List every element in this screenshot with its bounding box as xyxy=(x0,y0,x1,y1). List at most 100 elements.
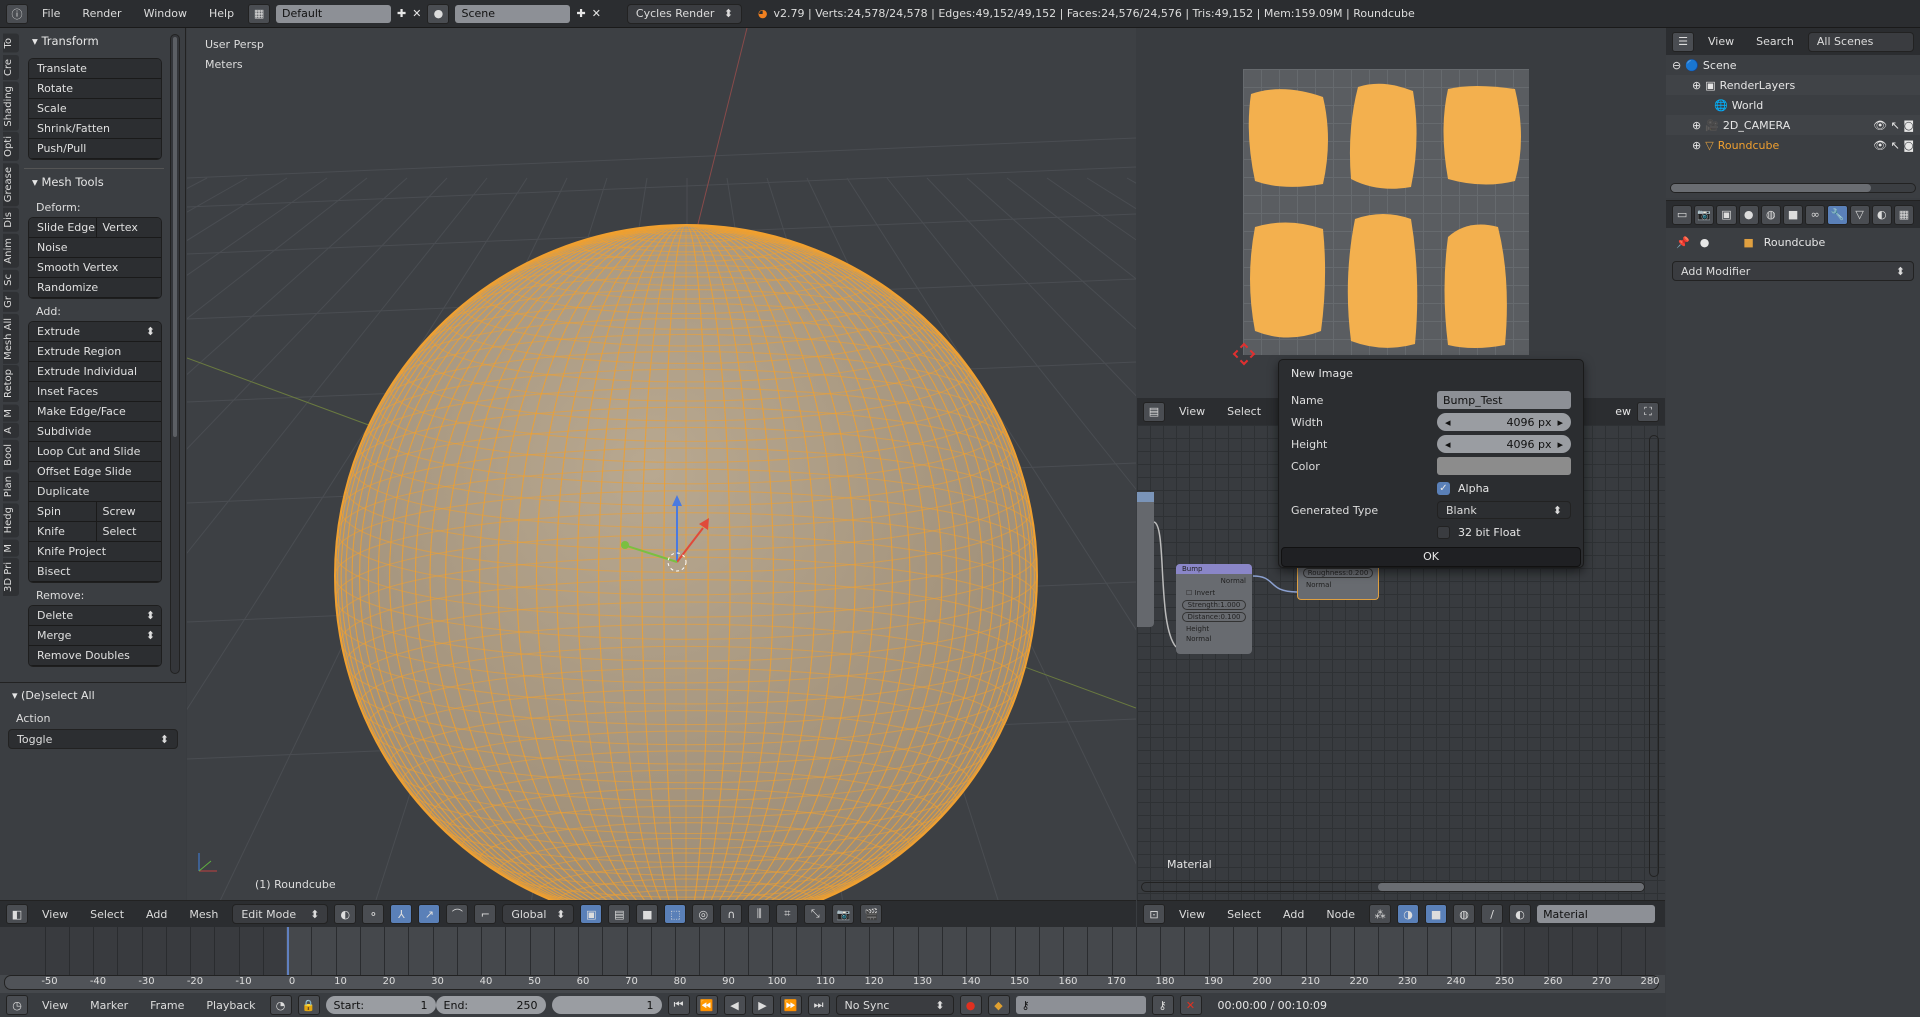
lock-icon[interactable]: 🔒 xyxy=(297,995,320,1015)
menu-render[interactable]: Render xyxy=(74,7,129,20)
menu-file[interactable]: File xyxy=(34,7,68,20)
keying-set-field[interactable]: ⚷ xyxy=(1015,996,1146,1014)
tl-menu-marker[interactable]: Marker xyxy=(82,999,136,1012)
ok-button[interactable]: OK xyxy=(1281,547,1581,567)
outliner-item-renderlayers[interactable]: ⊕ ▣ RenderLayers xyxy=(1666,75,1920,95)
line-style-icon[interactable]: / xyxy=(1481,904,1504,924)
extrude-individual-button[interactable]: Extrude Individual xyxy=(29,362,161,382)
limit-selection-icon[interactable]: ⬚ xyxy=(664,904,687,924)
delete-dropdown[interactable]: Delete ⬍ xyxy=(29,606,161,626)
snap-icon[interactable]: ∩ xyxy=(720,904,743,924)
merge-dropdown[interactable]: Merge ⬍ xyxy=(29,626,161,646)
color-swatch[interactable] xyxy=(1437,457,1571,475)
bisect-button[interactable]: Bisect xyxy=(29,562,161,582)
object-tab-icon[interactable]: ■ xyxy=(1782,204,1804,225)
shader-nodes-icon[interactable]: ◑ xyxy=(1397,904,1420,924)
spin-button[interactable]: Spin xyxy=(29,502,96,521)
layout-field[interactable]: Default xyxy=(276,4,392,23)
material-tab-icon[interactable]: ◐ xyxy=(1871,204,1892,225)
knife-select-button[interactable]: Select xyxy=(95,522,162,541)
editor-type-image-button[interactable]: ▤ xyxy=(1143,401,1165,422)
menu-mesh[interactable]: Mesh xyxy=(181,908,226,921)
record-icon[interactable]: ● xyxy=(959,995,982,1015)
knife-project-button[interactable]: Knife Project xyxy=(29,542,161,562)
distance-field[interactable]: Distance:0.100 xyxy=(1182,612,1246,622)
strength-field[interactable]: Strength:1.000 xyxy=(1182,600,1246,610)
extrude-dropdown[interactable]: Extrude ⬍ xyxy=(29,322,161,342)
add-modifier-dropdown[interactable]: Add Modifier ⬍ xyxy=(1672,261,1914,281)
render-tab-icon[interactable]: 📷 xyxy=(1694,204,1715,225)
layout-icon[interactable]: ▦ xyxy=(248,3,271,24)
add-layout-icon[interactable]: ✚ xyxy=(397,7,406,20)
keying-icon[interactable]: ◆ xyxy=(987,995,1010,1015)
insert-keyframe-icon[interactable]: ⚷ xyxy=(1151,995,1174,1015)
height-field[interactable]: ◂ 4096 px ▸ xyxy=(1437,435,1571,453)
remove-doubles-button[interactable]: Remove Doubles xyxy=(29,646,161,666)
outliner-menu-search[interactable]: Search xyxy=(1748,35,1802,48)
rotate-button[interactable]: Rotate xyxy=(29,79,161,99)
float-checkbox[interactable]: 32 bit Float xyxy=(1437,525,1571,539)
mesh-options-icon[interactable]: ⤡ xyxy=(804,904,827,924)
rotate-manipulator-icon[interactable]: ⌒ xyxy=(446,904,469,924)
image-editor[interactable] xyxy=(1137,28,1665,400)
panel-transform-header[interactable]: ▾ Transform xyxy=(0,28,186,54)
jump-start-icon[interactable]: ⏮ xyxy=(667,995,690,1015)
constraints-tab-icon[interactable]: ∞ xyxy=(1805,204,1826,225)
info-editor-type-button[interactable]: ⓘ xyxy=(6,3,28,24)
timeline-ruler[interactable]: -50 -40 -30 -20 -10 0 10 20 30 40 50 60 70 80 90 100 110… xyxy=(4,975,1660,990)
orientation-dropdown[interactable]: Global ⬍ xyxy=(502,904,575,924)
translate-manipulator-icon[interactable]: ↗ xyxy=(418,904,441,924)
name-input[interactable]: Bump_Test xyxy=(1437,391,1571,409)
edge-select-icon[interactable]: ▤ xyxy=(608,904,631,924)
generated-type-dropdown[interactable]: Blank ⬍ xyxy=(1437,501,1571,519)
world-tab-icon[interactable]: ◍ xyxy=(1760,204,1781,225)
delete-keyframe-icon[interactable]: ✕ xyxy=(1179,995,1202,1015)
invert-checkbox[interactable]: ☐ Invert xyxy=(1176,588,1252,598)
play-reverse-icon[interactable]: ◀ xyxy=(723,995,746,1015)
bump-node[interactable]: Bump Normal ☐ Invert Strength:1.000 Dist… xyxy=(1176,564,1252,654)
tl-menu-view[interactable]: View xyxy=(34,999,76,1012)
translate-button[interactable]: Translate xyxy=(29,59,161,79)
shrink-fatten-button[interactable]: Shrink/Fatten xyxy=(29,119,161,139)
timeline[interactable]: -50 -40 -30 -20 -10 0 10 20 30 40 50 60 70 80 90 100 110… xyxy=(0,927,1665,993)
menu-select[interactable]: Select xyxy=(82,908,132,921)
outliner-editor-type-button[interactable]: ☰ xyxy=(1672,31,1694,52)
remove-layout-icon[interactable]: ✕ xyxy=(412,7,421,20)
visibility-icons[interactable]: 👁 ↖ ◙ xyxy=(1873,119,1914,132)
screw-button[interactable]: Screw xyxy=(95,502,162,521)
scale-manipulator-icon[interactable]: ⌐ xyxy=(474,904,497,924)
outliner-item-scene[interactable]: ⊖ 🔵 Scene xyxy=(1666,55,1920,75)
mode-dropdown[interactable]: Edit Mode ⬍ xyxy=(232,904,329,924)
editor-type-node-button[interactable]: ⊡ xyxy=(1143,904,1165,924)
properties-editor-type-button[interactable]: ▭ xyxy=(1672,204,1693,225)
randomize-button[interactable]: Randomize xyxy=(29,278,161,298)
subdivide-button[interactable]: Subdivide xyxy=(29,422,161,442)
visibility-icons[interactable]: 👁 ↖ ◙ xyxy=(1873,139,1914,152)
smooth-vertex-button[interactable]: Smooth Vertex xyxy=(29,258,161,278)
knife-button[interactable]: Knife xyxy=(29,522,96,541)
tl-menu-frame[interactable]: Frame xyxy=(142,999,192,1012)
snap-target-icon[interactable]: ⌗ xyxy=(776,904,799,924)
menu-help[interactable]: Help xyxy=(201,7,242,20)
modifiers-tab-icon[interactable]: 🔧 xyxy=(1827,204,1848,225)
editor-type-timeline-button[interactable]: ◷ xyxy=(6,995,28,1015)
render-opengl-icon[interactable]: 📷 xyxy=(832,904,855,924)
pivot-image-icon[interactable]: ⛶ xyxy=(1637,401,1659,422)
width-field[interactable]: ◂ 4096 px ▸ xyxy=(1437,413,1571,431)
duplicate-button[interactable]: Duplicate xyxy=(29,482,161,502)
jump-end-icon[interactable]: ⏭ xyxy=(807,995,830,1015)
roughness-field[interactable]: Roughness:0.200 xyxy=(1303,568,1373,578)
object-shader-icon[interactable]: ■ xyxy=(1425,904,1448,924)
render-layers-tab-icon[interactable]: ▣ xyxy=(1716,204,1737,225)
make-edge-face-button[interactable]: Make Edge/Face xyxy=(29,402,161,422)
editor-type-3d-button[interactable]: ◧ xyxy=(6,904,28,924)
outliner-item-roundcube[interactable]: ⊕ ▽ Roundcube 👁 ↖ ◙ xyxy=(1666,135,1920,155)
menu-add[interactable]: Add xyxy=(138,908,175,921)
remove-scene-icon[interactable]: ✕ xyxy=(592,7,601,20)
material-browse-icon[interactable]: ◐ xyxy=(1509,904,1532,924)
slide-edge-button[interactable]: Slide Edge xyxy=(29,218,96,237)
3d-viewport[interactable]: User Persp Meters (1) Roundcube xyxy=(187,28,1136,900)
vertex-slide-button[interactable]: Vertex xyxy=(95,218,162,237)
node-menu-select[interactable]: Select xyxy=(1219,908,1269,921)
node-menu-add[interactable]: Add xyxy=(1275,908,1312,921)
